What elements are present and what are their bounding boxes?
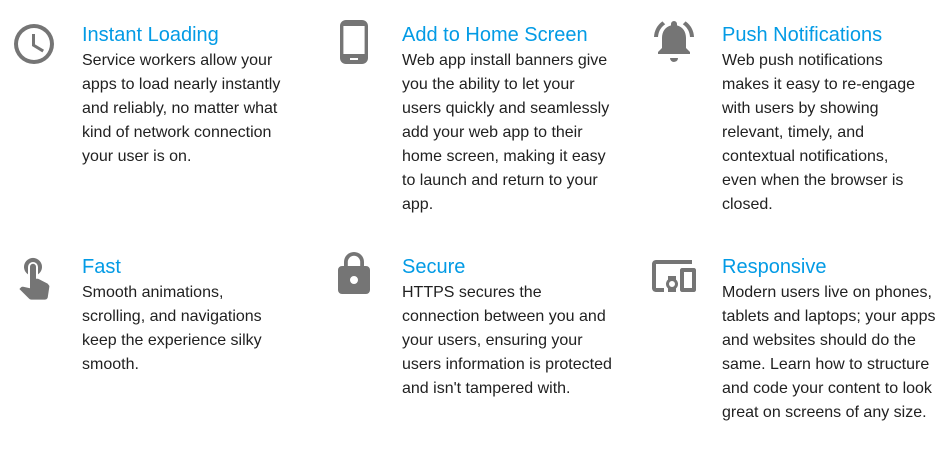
feature-title: Add to Home Screen [402,24,588,46]
bell-icon [650,18,698,66]
feature-title: Fast [82,256,121,278]
feature-title: Instant Loading [82,24,219,46]
feature-title: Responsive [722,256,827,278]
feature-description: HTTPS secures the connection between you… [402,284,612,397]
feature-description: Service workers allow your apps to load … [82,52,281,165]
feature-description: Web app install banners give you the abi… [402,52,610,213]
clock-icon [10,20,58,68]
feature-title: Push Notifications [722,24,883,46]
lock-icon [330,250,378,298]
feature-description: Modern users live on phones, tablets and… [722,284,936,421]
feature-title: Secure [402,256,466,278]
touch-icon [10,252,58,300]
feature-description: Web push notifications makes it easy to … [722,52,915,213]
devices-icon [650,252,698,300]
phone-icon [330,18,378,66]
feature-description: Smooth animations, scrolling, and naviga… [82,284,262,373]
